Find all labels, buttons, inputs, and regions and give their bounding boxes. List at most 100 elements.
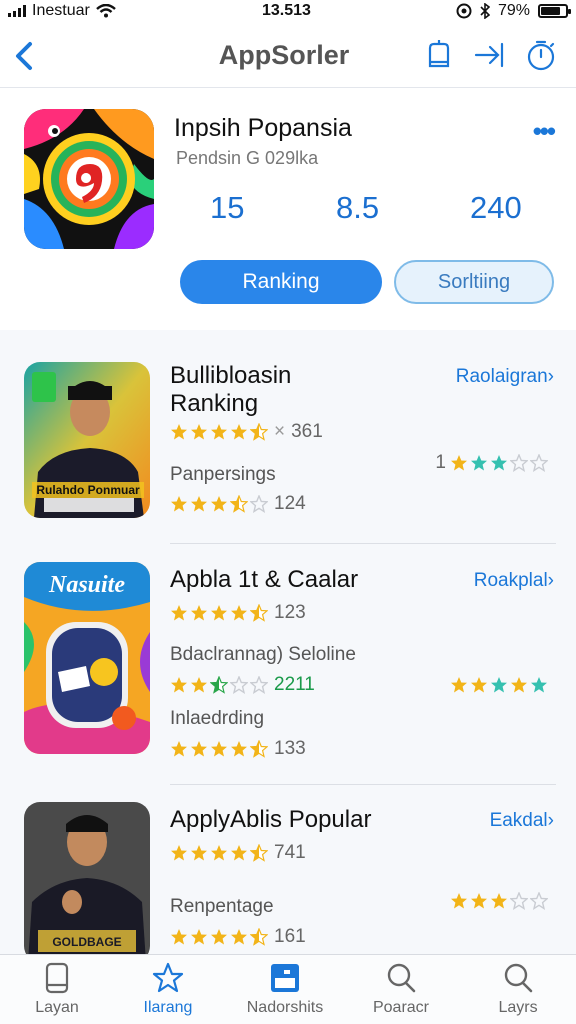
item-title: Bullibloasin [170, 362, 292, 389]
app-thumbnail[interactable]: GOLDBAGE [24, 802, 150, 954]
list-item[interactable]: Nasuite Apbla 1t & Caalar Roakplal› 123 … [0, 562, 576, 762]
rating-row: × 361 [170, 421, 323, 443]
more-options-icon[interactable]: ••• [533, 116, 556, 147]
featured-app-title: Inpsih Popansia [174, 114, 352, 142]
star-rating [450, 676, 548, 694]
tab-nadorshits[interactable]: Nadorshits [230, 961, 340, 1017]
star-icon [171, 677, 187, 693]
close-icon: × [274, 421, 286, 442]
item-link[interactable]: Raolaigran› [456, 366, 554, 388]
app-icon [271, 964, 299, 992]
item-title: Apbla 1t & Caalar [170, 566, 359, 593]
star-icon [510, 892, 528, 910]
stat-value: 15 [210, 190, 245, 225]
star-icon [231, 605, 247, 621]
star-rating [170, 844, 268, 862]
battery-percent: 79% [497, 2, 530, 19]
star-icon [211, 845, 227, 861]
star-icon [471, 893, 487, 909]
star-icon [471, 455, 487, 471]
tab-layan[interactable]: Layan [2, 961, 112, 1017]
star-rating [170, 676, 268, 694]
star-icon [511, 677, 527, 693]
star-icon [191, 496, 207, 512]
star-icon [211, 496, 227, 512]
wifi-icon [95, 4, 116, 18]
battery-icon [538, 4, 571, 18]
status-bar: Inestuar 13.513 79% [0, 0, 576, 24]
rating-count: 161 [274, 926, 306, 947]
star-rating [450, 454, 548, 472]
star-rating [170, 604, 268, 622]
star-rating [450, 892, 548, 910]
featured-app-icon[interactable] [24, 109, 154, 249]
list-item[interactable]: GOLDBAGE ApplyAblis Popular Eakdal› 741 … [0, 802, 576, 954]
star-icon [531, 677, 547, 693]
rating-row: 2211 [170, 674, 315, 696]
rating-row: 161 [170, 926, 306, 948]
bluetooth-icon [480, 3, 490, 19]
tab-label: Layan [35, 999, 79, 1016]
star-icon [250, 740, 268, 758]
bookmark-icon[interactable] [422, 38, 456, 72]
star-icon [230, 676, 248, 694]
item-link[interactable]: Roakplal› [474, 570, 554, 592]
stat-value: 240 [470, 190, 522, 225]
star-icon [231, 845, 247, 861]
featured-app-card: Inpsih Popansia Pendsin G 029lka ••• 15 … [0, 88, 576, 330]
divider [170, 784, 556, 785]
star-icon [231, 929, 247, 945]
tab-layrs[interactable]: Layrs [463, 961, 573, 1017]
star-rating [170, 928, 268, 946]
sorting-button[interactable]: Sorltiing [394, 260, 554, 304]
tab-poaracr[interactable]: Poaracr [346, 961, 456, 1017]
star-icon [510, 454, 528, 472]
phone-icon [45, 962, 69, 994]
featured-app-subtitle: Pendsin G 029lka [176, 148, 319, 168]
star-icon [191, 845, 207, 861]
item-link[interactable]: Eakdal› [490, 810, 554, 832]
list-item[interactable]: Rulahdo Ponmuar Bullibloasin Ranking Rao… [0, 360, 576, 540]
star-rating [170, 740, 268, 758]
chevron-right-icon: › [547, 570, 554, 591]
alarm-icon [456, 3, 472, 19]
item-subline: Inlaedrding [170, 708, 265, 729]
stat-value: 8.5 [336, 190, 380, 225]
star-icon [210, 676, 228, 694]
search-icon [387, 963, 416, 993]
app-thumbnail[interactable]: Nasuite [24, 562, 150, 754]
star-icon [171, 496, 187, 512]
star-icon [171, 929, 187, 945]
rating-count: 361 [291, 421, 323, 442]
star-rating [170, 495, 268, 513]
star-icon [211, 741, 227, 757]
signal-icon [8, 5, 26, 17]
app-thumbnail[interactable]: Rulahdo Ponmuar [24, 362, 150, 518]
item-subline: Panpersings [170, 464, 276, 485]
item-title: ApplyAblis Popular [170, 806, 372, 833]
clock: 13.513 [262, 2, 311, 19]
rating-row: 133 [170, 738, 306, 760]
chevron-right-icon: › [547, 366, 554, 387]
rating-count: 133 [274, 738, 306, 759]
star-icon [530, 892, 548, 910]
star-icon [171, 845, 187, 861]
chevron-right-icon: › [547, 810, 554, 831]
right-rating: 1 [435, 452, 548, 474]
tab-ilarang[interactable]: Ilarang [113, 961, 223, 1017]
status-right: 79% [456, 2, 571, 20]
star-icon [230, 495, 248, 513]
thumbnail-title-text: Nasuite [48, 572, 125, 598]
star-icon [250, 928, 268, 946]
star-icon [191, 741, 207, 757]
search-icon [504, 963, 533, 993]
share-arrow-icon[interactable] [472, 38, 506, 72]
rating-prefix: 1 [435, 452, 446, 473]
star-icon [152, 962, 184, 993]
ranking-button[interactable]: Ranking [180, 260, 382, 304]
star-icon [471, 677, 487, 693]
main-content: Inpsih Popansia Pendsin G 029lka ••• 15 … [0, 88, 576, 954]
star-icon [231, 741, 247, 757]
tab-label: Poaracr [372, 999, 430, 1016]
timer-icon[interactable] [524, 38, 558, 72]
